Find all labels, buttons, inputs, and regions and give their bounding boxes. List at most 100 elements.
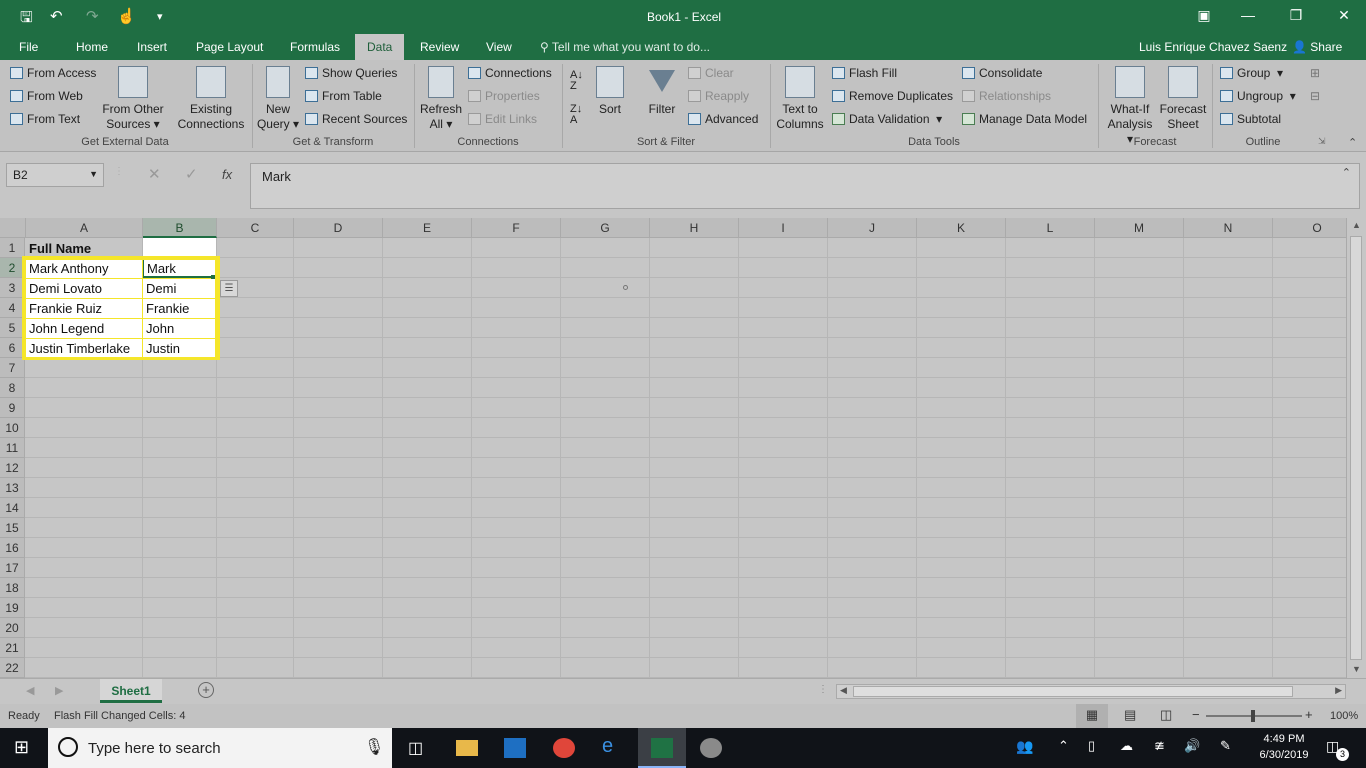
ungroup-button[interactable]: Ungroup ▾	[1220, 89, 1296, 103]
scroll-down-icon[interactable]: ▼	[1352, 664, 1361, 674]
minimize-icon[interactable]: —	[1236, 7, 1260, 23]
column-header-o[interactable]: O	[1273, 218, 1346, 238]
file-explorer-icon[interactable]	[456, 740, 478, 756]
split-handle-icon[interactable]: ⋮	[818, 684, 828, 695]
row-header-10[interactable]: 10	[0, 418, 25, 438]
row-header-13[interactable]: 13	[0, 478, 25, 498]
sort-button[interactable]: Sort	[594, 66, 626, 117]
sheet-tab-sheet1[interactable]: Sheet1	[100, 679, 162, 703]
customize-qat-icon[interactable]: ▾	[157, 10, 163, 23]
row-header-12[interactable]: 12	[0, 458, 25, 478]
flash-fill-button[interactable]: Flash Fill	[832, 66, 897, 80]
user-name[interactable]: Luis Enrique Chavez Saenz	[1139, 40, 1287, 54]
add-sheet-icon[interactable]: +	[198, 682, 214, 698]
cell-b3[interactable]: Demi	[143, 279, 215, 298]
row-header-19[interactable]: 19	[0, 598, 25, 618]
data-validation-button[interactable]: Data Validation ▾	[832, 112, 942, 126]
consolidate-button[interactable]: Consolidate	[962, 66, 1042, 80]
pen-icon[interactable]: ✎	[1220, 738, 1231, 754]
column-header-e[interactable]: E	[383, 218, 472, 238]
row-header-21[interactable]: 21	[0, 638, 25, 658]
dialog-launcher-icon[interactable]: ⇲	[1318, 136, 1326, 147]
refresh-all-button[interactable]: Refresh All ▾	[418, 66, 464, 132]
share-button[interactable]: 👤 Share	[1292, 40, 1342, 54]
tell-me-box[interactable]: ⚲ Tell me what you want to do...	[540, 40, 710, 54]
battery-icon[interactable]: ▯	[1088, 738, 1095, 754]
name-box[interactable]: B2 ▼	[6, 163, 104, 187]
from-other-sources-button[interactable]: From Other Sources ▾	[100, 66, 166, 132]
text-to-columns-button[interactable]: Text to Columns	[774, 66, 826, 132]
h-scroll-thumb[interactable]	[853, 686, 1293, 697]
from-table-button[interactable]: From Table	[305, 89, 382, 103]
manage-data-model-button[interactable]: Manage Data Model	[962, 112, 1087, 126]
normal-view-icon[interactable]: ▦	[1076, 704, 1108, 728]
row-header-22[interactable]: 22	[0, 658, 25, 678]
cell-a4[interactable]: Frankie Ruiz	[26, 299, 142, 318]
wifi-icon[interactable]: ≇	[1154, 738, 1165, 754]
new-query-button[interactable]: New Query ▾	[256, 66, 300, 132]
save-icon[interactable]: 🖫	[20, 7, 33, 32]
clock-time[interactable]: 4:49 PM	[1254, 733, 1314, 745]
scroll-right-icon[interactable]: ▶	[1335, 685, 1342, 696]
onedrive-icon[interactable]: ☁	[1120, 738, 1133, 754]
row-header-9[interactable]: 9	[0, 398, 25, 418]
cell-a3[interactable]: Demi Lovato	[26, 279, 142, 298]
recent-sources-button[interactable]: Recent Sources	[305, 112, 407, 126]
task-view-icon[interactable]: ◫	[408, 738, 430, 758]
row-header-8[interactable]: 8	[0, 378, 25, 398]
tab-data[interactable]: Data	[355, 34, 405, 60]
column-header-g[interactable]: G	[561, 218, 650, 238]
column-header-h[interactable]: H	[650, 218, 739, 238]
forecast-sheet-button[interactable]: Forecast Sheet	[1158, 66, 1208, 132]
column-header-n[interactable]: N	[1184, 218, 1273, 238]
scroll-left-icon[interactable]: ◀	[840, 685, 847, 696]
touch-mode-icon[interactable]: ☝	[117, 7, 136, 25]
volume-icon[interactable]: 🔊	[1184, 738, 1200, 754]
cell-b1[interactable]	[143, 238, 216, 257]
subtotal-button[interactable]: Subtotal	[1220, 112, 1281, 126]
show-hidden-icons-icon[interactable]: ⌃	[1058, 738, 1069, 754]
column-header-l[interactable]: L	[1006, 218, 1095, 238]
select-all-corner[interactable]	[0, 218, 26, 238]
tab-file[interactable]: File	[19, 40, 38, 54]
column-header-m[interactable]: M	[1095, 218, 1184, 238]
zoom-out-icon[interactable]: −	[1192, 707, 1200, 722]
row-header-7[interactable]: 7	[0, 358, 25, 378]
sort-az-button[interactable]: A↓ Z	[570, 70, 583, 92]
column-header-f[interactable]: F	[472, 218, 561, 238]
from-web-button[interactable]: From Web	[10, 89, 83, 103]
row-header-15[interactable]: 15	[0, 518, 25, 538]
column-header-b[interactable]: B	[143, 218, 217, 238]
zoom-slider[interactable]	[1206, 710, 1302, 722]
edge-icon[interactable]: e	[602, 735, 624, 757]
worksheet-grid[interactable]: A B C D E F G H I J K L M N O 1 2 3 4 5 …	[0, 218, 1346, 678]
cell-a5[interactable]: John Legend	[26, 319, 142, 338]
column-header-c[interactable]: C	[217, 218, 294, 238]
formula-input[interactable]: Mark ⌃	[250, 163, 1360, 209]
cell-a6[interactable]: Justin Timberlake	[26, 339, 142, 357]
cell-a1[interactable]: Full Name	[26, 238, 142, 258]
zoom-level[interactable]: 100%	[1330, 710, 1358, 722]
scroll-thumb[interactable]	[1350, 236, 1362, 660]
horizontal-scrollbar[interactable]: ◀ ▶	[836, 684, 1346, 699]
tab-home[interactable]: Home	[76, 40, 108, 54]
tab-view[interactable]: View	[486, 40, 512, 54]
from-access-button[interactable]: From Access	[10, 66, 96, 80]
paint-icon[interactable]	[700, 738, 722, 758]
chrome-icon[interactable]	[553, 738, 575, 758]
expand-formula-icon[interactable]: ⌃	[1342, 166, 1351, 179]
prev-sheet-icon[interactable]: ◀	[26, 684, 34, 697]
column-header-d[interactable]: D	[294, 218, 383, 238]
page-layout-view-icon[interactable]: ▤	[1124, 707, 1136, 723]
remove-duplicates-button[interactable]: Remove Duplicates	[832, 89, 953, 103]
ribbon-display-icon[interactable]: ▣	[1192, 7, 1216, 24]
existing-connections-button[interactable]: Existing Connections	[174, 66, 248, 132]
row-header-17[interactable]: 17	[0, 558, 25, 578]
cell-b4[interactable]: Frankie	[143, 299, 215, 318]
tab-page-layout[interactable]: Page Layout	[196, 40, 263, 54]
from-text-button[interactable]: From Text	[10, 112, 80, 126]
row-header-11[interactable]: 11	[0, 438, 25, 458]
column-header-a[interactable]: A	[26, 218, 143, 238]
cell-b6[interactable]: Justin	[143, 339, 215, 357]
close-icon[interactable]: ✕	[1332, 7, 1356, 24]
